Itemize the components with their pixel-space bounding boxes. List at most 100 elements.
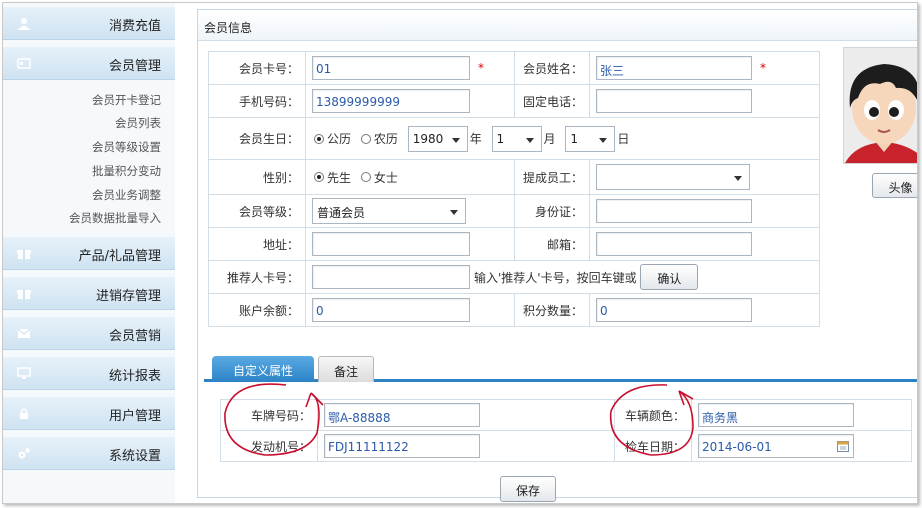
level-value: 普通会员	[317, 206, 366, 220]
sidebar-item-open-card[interactable]: 会员开卡登记	[92, 92, 161, 108]
nav-user-management[interactable]: 用户管理	[3, 397, 175, 430]
avatar-cartoon-icon	[844, 48, 917, 163]
sidebar-item-business-adjust[interactable]: 会员业务调整	[92, 187, 161, 203]
gender-label: 性别：	[208, 159, 306, 195]
balance-input[interactable]: 0	[312, 298, 470, 322]
email-input[interactable]	[596, 232, 752, 256]
male-label: 先生	[327, 170, 352, 185]
nav-label: 消费充值	[108, 19, 161, 34]
year-select[interactable]: 1980	[407, 125, 468, 152]
sidebar-item-member-list[interactable]: 会员列表	[115, 115, 161, 131]
lunar-label: 农历	[373, 132, 398, 146]
confirm-button[interactable]: 确认	[640, 264, 699, 290]
gift-icon	[17, 290, 31, 299]
mobile-label: 手机号码：	[208, 84, 306, 118]
id-label: 身份证：	[514, 194, 590, 228]
mail-icon	[17, 328, 31, 338]
app-window: 消费充值 会员管理 会员开卡登记 会员列表 会员等级设置 批量积分变动 会员业务…	[2, 2, 918, 504]
month-value: 1	[496, 131, 505, 146]
inspect-date-input[interactable]: 2014-06-01	[698, 434, 854, 458]
user-icon	[18, 18, 30, 30]
gear-icon	[18, 448, 30, 459]
nav-inventory[interactable]: 进销存管理	[3, 277, 175, 310]
avatar[interactable]	[843, 47, 917, 164]
nav-recharge[interactable]: 消费充值	[3, 7, 175, 40]
sidebar: 消费充值 会员管理 会员开卡登记 会员列表 会员等级设置 批量积分变动 会员业务…	[3, 3, 175, 503]
referrer-hint: 输入'推荐人'卡号，按回车键或	[474, 270, 637, 285]
chevron-down-icon	[599, 137, 608, 143]
monitor-icon	[17, 367, 31, 379]
member-info-panel: 会员信息 会员卡号： 01 * 会员姓名： 张三 * 手机号码： 138999999…	[197, 9, 917, 502]
nav-label: 会员管理	[108, 59, 161, 74]
required-mark: *	[760, 61, 766, 75]
sidebar-item-batch-points[interactable]: 批量积分变动	[92, 163, 161, 179]
avatar-button[interactable]: 头像	[872, 173, 917, 198]
phone-input[interactable]	[596, 89, 752, 113]
nav-marketing[interactable]: 会员营销	[3, 317, 175, 350]
lock-icon	[20, 408, 28, 419]
month-unit: 月	[543, 132, 556, 146]
year-unit: 年	[469, 132, 482, 146]
custom-attributes-form: 车牌号码： 鄂A-88888 车辆颜色： 商务黑 发动机号： FDJ111111…	[220, 399, 912, 462]
tab-bar: 自定义属性 备注	[204, 352, 917, 382]
sidebar-item-batch-import[interactable]: 会员数据批量导入	[69, 210, 161, 226]
nav-reports[interactable]: 统计报表	[3, 357, 175, 390]
staff-select[interactable]	[596, 164, 750, 190]
tab-remarks[interactable]: 备注	[318, 356, 374, 382]
nav-member-management[interactable]: 会员管理	[3, 47, 175, 80]
level-select[interactable]: 普通会员	[312, 198, 466, 224]
month-select[interactable]: 1	[491, 125, 542, 152]
day-select[interactable]: 1	[565, 125, 616, 152]
plate-input[interactable]: 鄂A-88888	[324, 403, 480, 427]
member-card-icon	[17, 58, 31, 69]
chevron-down-icon	[451, 137, 460, 143]
vehicle-color-label: 车辆颜色：	[614, 399, 692, 431]
address-label: 地址：	[208, 227, 306, 261]
points-input[interactable]: 0	[596, 298, 752, 322]
save-button[interactable]: 保存	[500, 476, 556, 502]
member-form: 会员卡号： 01 * 会员姓名： 张三 * 手机号码： 13899999999 固定…	[208, 51, 820, 327]
points-label: 积分数量：	[514, 293, 590, 327]
chevron-down-icon	[450, 210, 458, 215]
engine-label: 发动机号：	[220, 430, 318, 462]
year-value: 1980	[412, 131, 444, 146]
main-content: 会员信息 会员卡号： 01 * 会员姓名： 张三 * 手机号码： 138999999…	[187, 3, 917, 503]
level-label: 会员等级：	[208, 194, 306, 228]
nav-label: 会员营销	[108, 329, 161, 344]
tab-custom-attributes[interactable]: 自定义属性	[212, 356, 314, 382]
referrer-label: 推荐人卡号：	[208, 260, 306, 294]
female-label: 女士	[373, 170, 398, 185]
day-value: 1	[570, 131, 579, 146]
nav-products[interactable]: 产品/礼品管理	[3, 237, 175, 270]
chevron-down-icon	[734, 176, 742, 181]
panel-header: 会员信息	[198, 10, 917, 41]
nav-system-settings[interactable]: 系统设置	[3, 437, 175, 470]
radio-solar[interactable]	[314, 133, 324, 144]
nav-label: 用户管理	[108, 409, 161, 424]
mobile-input[interactable]: 13899999999	[312, 89, 470, 113]
address-input[interactable]	[312, 232, 470, 256]
day-unit: 日	[617, 132, 630, 146]
panel-title: 会员信息	[204, 21, 253, 35]
nav-label: 系统设置	[108, 449, 161, 464]
calendar-icon[interactable]	[837, 440, 849, 452]
required-mark: *	[478, 61, 484, 75]
nav-label: 统计报表	[108, 369, 161, 384]
sidebar-item-level-settings[interactable]: 会员等级设置	[92, 139, 161, 155]
engine-input[interactable]: FDJ11111122	[324, 434, 480, 458]
radio-female[interactable]	[360, 172, 371, 182]
referrer-input[interactable]	[312, 265, 470, 289]
inspect-date-value: 2014-06-01	[702, 440, 772, 454]
radio-lunar[interactable]	[360, 133, 371, 144]
vehicle-color-input[interactable]: 商务黑	[698, 403, 854, 427]
id-input[interactable]	[596, 199, 752, 223]
phone-label: 固定电话：	[514, 84, 590, 118]
solar-label: 公历	[327, 132, 352, 146]
nav-label: 进销存管理	[95, 289, 161, 304]
name-label: 会员姓名：	[514, 51, 590, 85]
plate-label: 车牌号码：	[220, 399, 318, 431]
card-no-input[interactable]: 01	[312, 56, 470, 80]
name-input[interactable]: 张三	[596, 56, 752, 80]
radio-male[interactable]	[314, 172, 324, 182]
gift-icon	[17, 250, 31, 259]
